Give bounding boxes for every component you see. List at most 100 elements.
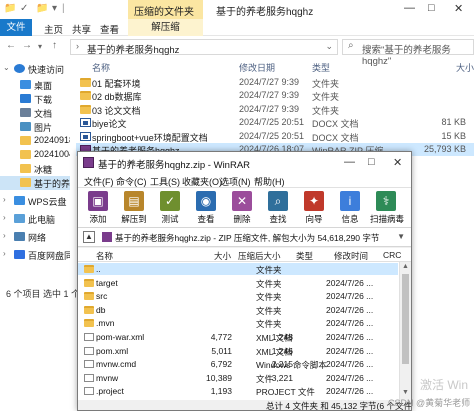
file-row[interactable]: 03 论文文档 2024/7/27 9:39 文件夹	[76, 103, 474, 116]
toolbar-button-view[interactable]: ◉ 查看	[190, 191, 222, 227]
ribbon-tabs: 文件 主页 共享 查看 解压缩	[0, 19, 474, 36]
winrar-maximize-button[interactable]: □	[368, 156, 375, 168]
file-size: 81 KB	[441, 117, 466, 128]
toolbar-button-wizard[interactable]: ✦ 向导	[298, 191, 330, 227]
archive-row[interactable]: mvnw.cmd 6,792 2,215 Windows 命令脚本 2024/7/26 …	[78, 358, 398, 370]
toolbar-button-extract[interactable]: ▤ 解压到	[118, 191, 150, 227]
winrar-title: 基于的养老服务hqghz.zip - WinRAR	[98, 160, 251, 171]
file-date: 2024/7/25 20:51	[239, 130, 305, 141]
column-type[interactable]: 类型	[296, 250, 313, 262]
quick-access-folder-icon[interactable]: 📁	[4, 3, 16, 14]
activation-watermark: 激活 Win	[420, 378, 469, 392]
address-text: 基于的养老服务hqghz	[87, 45, 180, 56]
chevron-right-icon[interactable]: ›	[3, 195, 6, 204]
sidebar-item[interactable]: 20241004	[0, 148, 70, 162]
quick-access-check-icon[interactable]: ✓	[20, 3, 28, 14]
scroll-up-icon[interactable]: ▲	[402, 263, 409, 270]
column-size[interactable]: 大小	[214, 250, 231, 262]
sidebar-item[interactable]: › 网络	[0, 230, 70, 244]
archive-row[interactable]: target 文件夹 2024/7/26 ...	[78, 277, 398, 289]
menu-favorites[interactable]: 收藏夹(O)	[182, 175, 222, 188]
chevron-down-icon[interactable]: ⌄	[3, 63, 10, 72]
sidebar-item[interactable]: ⌄ 快速访问	[0, 62, 70, 76]
chevron-right-icon[interactable]: ›	[3, 231, 6, 240]
toolbar-button-add[interactable]: ▣ 添加	[82, 191, 114, 227]
tab-home[interactable]: 主页	[44, 22, 63, 36]
sidebar-item[interactable]: 20240918	[0, 134, 70, 148]
archive-row[interactable]: pom-war.xml 4,772 1,248 XML 文档 2024/7/26 ...	[78, 331, 398, 343]
tab-share[interactable]: 共享	[72, 22, 91, 36]
menu-file[interactable]: 文件(F)	[84, 175, 114, 188]
column-name[interactable]: 名称	[92, 61, 110, 74]
menu-options[interactable]: 选项(N)	[220, 175, 251, 188]
archive-row[interactable]: .. 文件夹	[78, 263, 398, 275]
file-name: 03 论文文档	[92, 105, 141, 116]
column-packed[interactable]: 压缩后大小	[238, 250, 281, 262]
file-list-header: 名称 修改日期 类型 大小	[76, 60, 474, 74]
toolbar-button-find[interactable]: ⌕ 查找	[262, 191, 294, 227]
chevron-right-icon[interactable]: ›	[3, 213, 6, 222]
word-document-icon	[80, 118, 91, 128]
column-date[interactable]: 修改日期	[239, 61, 275, 74]
tab-extract[interactable]: 解压缩	[128, 19, 203, 36]
sidebar-item[interactable]: › WPS云盘	[0, 194, 70, 208]
quick-access-new-folder-icon[interactable]: 📁	[36, 3, 48, 14]
up-arrow-icon[interactable]: ↑	[52, 40, 57, 51]
sidebar-item[interactable]: 冰糖	[0, 162, 70, 176]
file-row[interactable]: 01 配套环境 2024/7/27 9:39 文件夹	[76, 76, 474, 89]
menu-help[interactable]: 帮助(H)	[254, 175, 285, 188]
sidebar-item[interactable]: 图片	[0, 120, 70, 134]
sidebar-item[interactable]: 文档	[0, 106, 70, 120]
winrar-app-icon	[83, 157, 94, 168]
sidebar-item[interactable]: › 百度网盘同步	[0, 248, 70, 262]
star-icon	[14, 64, 25, 73]
maximize-button[interactable]: □	[428, 2, 435, 14]
menu-commands[interactable]: 命令(C)	[116, 175, 147, 188]
file-row[interactable]: springboot+vue环境配置文档 2024/7/25 20:51 DOCX …	[76, 130, 474, 143]
column-type[interactable]: 类型	[312, 61, 330, 74]
winrar-close-button[interactable]: ✕	[393, 156, 402, 169]
close-button[interactable]: ✕	[454, 2, 463, 15]
vertical-scrollbar[interactable]: ▲ ▼	[399, 262, 411, 400]
up-one-level-icon[interactable]: ▲	[83, 231, 95, 243]
back-arrow-icon[interactable]: ←	[6, 40, 16, 51]
toolbar-button-virus-scan[interactable]: ⚕ 扫描病毒	[370, 191, 404, 227]
winrar-menu-bar: 文件(F) 命令(C) 工具(S) 收藏夹(O) 选项(N) 帮助(H)	[78, 174, 411, 188]
quick-access-dropdown-icon[interactable]: ▾	[52, 3, 57, 14]
address-bar[interactable]: › 基于的养老服务hqghz ⌄	[70, 39, 338, 56]
winrar-minimize-button[interactable]: —	[344, 156, 355, 168]
archive-row[interactable]: db 文件夹 2024/7/26 ...	[78, 304, 398, 316]
sidebar-item[interactable]: 基于的养	[0, 176, 70, 190]
folder-icon	[84, 305, 94, 314]
sidebar-item[interactable]: › 此电脑	[0, 212, 70, 226]
scrollbar-thumb[interactable]	[402, 274, 409, 364]
toolbar-button-delete[interactable]: ✕ 删除	[226, 191, 258, 227]
column-crc[interactable]: CRC	[383, 250, 401, 260]
minimize-button[interactable]: —	[404, 2, 415, 14]
tab-file[interactable]: 文件	[0, 19, 32, 36]
sidebar-item[interactable]: 桌面	[0, 78, 70, 92]
column-size[interactable]: 大小	[456, 61, 474, 74]
file-row[interactable]: 02 db数据库 2024/7/27 9:39 文件夹	[76, 89, 474, 102]
column-name[interactable]: 名称	[96, 250, 113, 262]
sidebar-item[interactable]: 下载	[0, 92, 70, 106]
toolbar-button-test[interactable]: ✓ 测试	[154, 191, 186, 227]
wizard-icon: ✦	[304, 191, 324, 211]
menu-tools[interactable]: 工具(S)	[150, 175, 180, 188]
file-row[interactable]: biye论文 2024/7/25 20:51 DOCX 文档 81 KB	[76, 116, 474, 129]
archive-row[interactable]: src 文件夹 2024/7/26 ...	[78, 290, 398, 302]
chevron-right-icon[interactable]: ›	[3, 249, 6, 258]
tab-view[interactable]: 查看	[100, 22, 119, 36]
archive-row[interactable]: mvnw 10,389 3,221 文件 2024/7/26 ...	[78, 372, 398, 384]
search-input[interactable]: ⌕ 搜索"基于的养老服务hqghz"	[342, 39, 474, 67]
recent-locations-icon[interactable]: ▾	[38, 42, 42, 51]
archive-row[interactable]: pom.xml 5,011 1,246 XML 文档 2024/7/26 ...	[78, 345, 398, 357]
forward-arrow-icon[interactable]: →	[22, 40, 32, 51]
chevron-down-icon[interactable]: ▼	[397, 232, 405, 241]
toolbar-button-info[interactable]: i 信息	[334, 191, 366, 227]
scroll-down-icon[interactable]: ▼	[402, 389, 409, 396]
archive-row[interactable]: .project 1,193 PROJECT 文件 2024/7/26 ...	[78, 385, 398, 397]
column-modified[interactable]: 修改时间	[334, 250, 368, 262]
chevron-down-icon[interactable]: ⌄	[325, 41, 333, 52]
archive-row[interactable]: .mvn 文件夹 2024/7/26 ...	[78, 317, 398, 329]
